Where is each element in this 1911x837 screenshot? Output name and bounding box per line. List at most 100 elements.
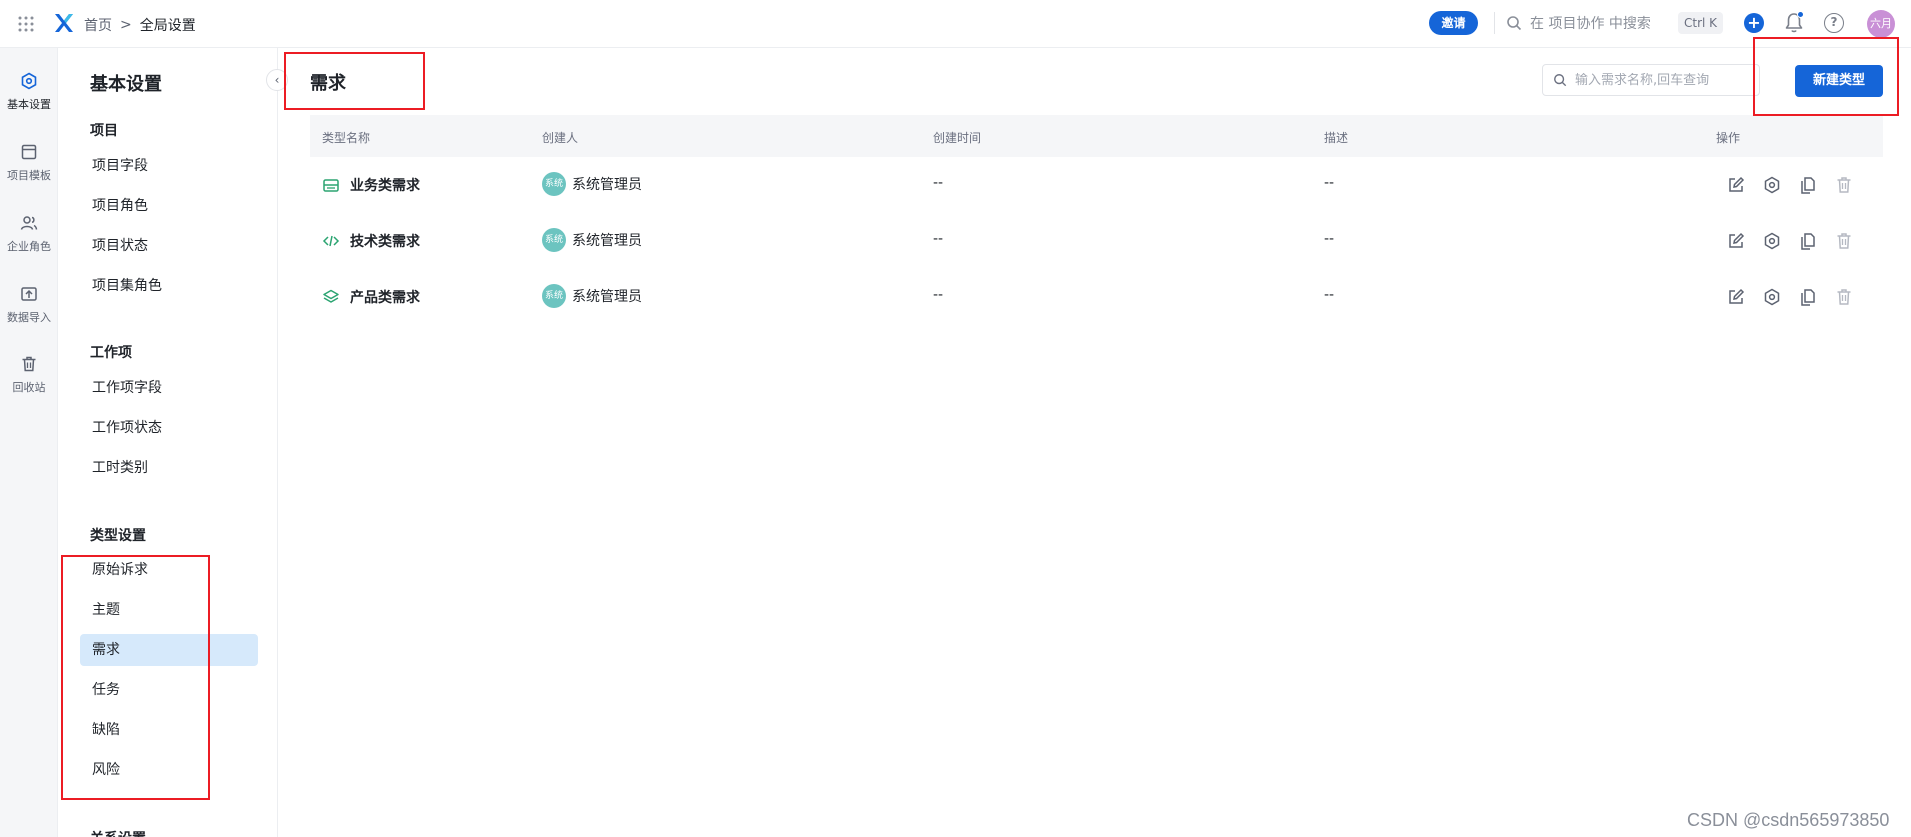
notification-dot [1797, 11, 1804, 18]
global-search[interactable]: 在 项目协作 中搜索 [1506, 13, 1651, 33]
table-row[interactable]: 技术类需求 系统 系统管理员 -- -- [310, 213, 1883, 269]
types-table: 类型名称 创建人 创建时间 描述 操作 业务类需求 系统 系统管理员 -- -- [310, 115, 1883, 325]
table-header: 类型名称 创建人 创建时间 描述 操作 [310, 115, 1883, 157]
nav-item-workitem-status[interactable]: 工作项状态 [80, 412, 258, 444]
creator-name: 系统管理员 [572, 233, 642, 249]
column-header-creator: 创建人 [542, 131, 579, 145]
settings-hexagon-icon [21, 72, 37, 90]
column-header-created-time: 创建时间 [933, 131, 982, 145]
type-name: 业务类需求 [350, 178, 420, 194]
nav-item-project-roles[interactable]: 项目角色 [80, 190, 258, 222]
delete-icon[interactable] [1834, 175, 1854, 195]
divider [1494, 12, 1495, 34]
top-bar: 首页 > 全局设置 邀请 在 项目协作 中搜索 Ctrl K + ? 六月 [0, 0, 1911, 48]
creator-cell: 系统 系统管理员 [542, 284, 642, 308]
apps-grid-icon[interactable] [16, 14, 36, 34]
creator-name: 系统管理员 [572, 289, 642, 305]
nav-item-worktime-category[interactable]: 工时类别 [80, 452, 258, 484]
rail-item-data-import[interactable]: 数据导入 [0, 285, 58, 325]
edit-icon[interactable] [1726, 231, 1746, 251]
delete-icon[interactable] [1834, 231, 1854, 251]
layers-icon [323, 289, 339, 303]
nav-item-program-roles[interactable]: 项目集角色 [80, 270, 258, 302]
nav-item-bug[interactable]: 缺陷 [80, 714, 258, 746]
breadcrumb: 首页 > 全局设置 [84, 15, 196, 35]
description-cell: -- [1324, 231, 1335, 247]
main-content: 需求 新建类型 类型名称 创建人 创建时间 描述 操作 业务类需求 [278, 48, 1911, 837]
table-row[interactable]: 业务类需求 系统 系统管理员 -- -- [310, 157, 1883, 213]
rail-item-label: 回收站 [12, 381, 46, 394]
rail-item-label: 企业角色 [7, 240, 51, 253]
avatar: 系统 [542, 284, 566, 308]
users-icon [20, 216, 38, 230]
settings-icon[interactable] [1762, 175, 1782, 195]
rail-item-label: 项目模板 [7, 169, 51, 182]
edit-icon[interactable] [1726, 175, 1746, 195]
import-icon [21, 287, 37, 301]
column-header-actions: 操作 [1716, 131, 1741, 145]
creator-cell: 系统 系统管理员 [542, 228, 642, 252]
type-name-cell: 业务类需求 [322, 175, 420, 195]
icon-rail: 基本设置 项目模板 企业角色 数据导入 回收站 [0, 48, 58, 837]
breadcrumb-current: 全局设置 [139, 18, 196, 34]
create-plus-button[interactable]: + [1744, 13, 1764, 33]
new-type-button[interactable]: 新建类型 [1795, 65, 1883, 97]
nav-item-project-status[interactable]: 项目状态 [80, 230, 258, 262]
created-time-cell: -- [933, 287, 944, 303]
creator-name: 系统管理员 [572, 177, 642, 193]
rail-item-project-template[interactable]: 项目模板 [0, 143, 58, 183]
code-icon [322, 235, 340, 247]
avatar: 系统 [542, 228, 566, 252]
search-icon [1554, 74, 1567, 87]
nav-item-risk[interactable]: 风险 [80, 754, 258, 786]
search-shortcut-badge: Ctrl K [1678, 12, 1724, 34]
invite-button[interactable]: 邀请 [1429, 11, 1478, 35]
copy-icon[interactable] [1798, 287, 1818, 307]
breadcrumb-home[interactable]: 首页 [84, 15, 112, 35]
nav-item-original-request[interactable]: 原始诉求 [80, 554, 258, 586]
rail-item-recycle-bin[interactable]: 回收站 [0, 355, 58, 395]
copy-icon[interactable] [1798, 175, 1818, 195]
nav-item-project-fields[interactable]: 项目字段 [80, 150, 258, 182]
nav-item-requirement[interactable]: 需求 [80, 634, 258, 666]
settings-nav: 基本设置 项目 项目字段 项目角色 项目状态 项目集角色 工作项 工作项字段 工… [58, 48, 278, 837]
type-name-cell: 产品类需求 [322, 287, 420, 307]
nav-title: 基本设置 [90, 74, 162, 95]
rail-item-basic-settings[interactable]: 基本设置 [0, 72, 58, 112]
settings-icon[interactable] [1762, 287, 1782, 307]
nav-item-theme[interactable]: 主题 [80, 594, 258, 626]
settings-icon[interactable] [1762, 231, 1782, 251]
nav-item-workitem-fields[interactable]: 工作项字段 [80, 372, 258, 404]
type-name: 产品类需求 [350, 290, 420, 306]
edit-icon[interactable] [1726, 287, 1746, 307]
creator-cell: 系统 系统管理员 [542, 172, 642, 196]
avatar: 系统 [542, 172, 566, 196]
created-time-cell: -- [933, 175, 944, 191]
collapse-nav-button[interactable]: ‹ [266, 69, 288, 91]
type-search-box[interactable] [1542, 64, 1760, 96]
row-actions [1726, 175, 1854, 195]
column-header-name: 类型名称 [322, 131, 371, 145]
briefcase-icon [323, 179, 339, 192]
row-actions [1726, 231, 1854, 251]
user-avatar[interactable]: 六月 [1867, 10, 1895, 38]
type-name: 技术类需求 [350, 234, 420, 250]
app-logo-icon[interactable] [52, 11, 76, 35]
global-search-placeholder: 在 项目协作 中搜索 [1530, 16, 1651, 32]
rail-item-label: 数据导入 [7, 311, 51, 324]
column-header-description: 描述 [1324, 131, 1349, 145]
description-cell: -- [1324, 175, 1335, 191]
delete-icon[interactable] [1834, 287, 1854, 307]
rail-item-enterprise-roles[interactable]: 企业角色 [0, 214, 58, 254]
nav-group-types: 类型设置 [90, 528, 146, 544]
template-icon [21, 144, 37, 160]
search-icon [1507, 16, 1522, 31]
type-name-cell: 技术类需求 [322, 231, 420, 251]
page-title: 需求 [310, 73, 346, 94]
nav-item-task[interactable]: 任务 [80, 674, 258, 706]
rail-item-label: 基本设置 [7, 98, 51, 111]
help-button[interactable]: ? [1824, 13, 1844, 33]
copy-icon[interactable] [1798, 231, 1818, 251]
type-search-input[interactable] [1575, 72, 1755, 88]
table-row[interactable]: 产品类需求 系统 系统管理员 -- -- [310, 269, 1883, 325]
